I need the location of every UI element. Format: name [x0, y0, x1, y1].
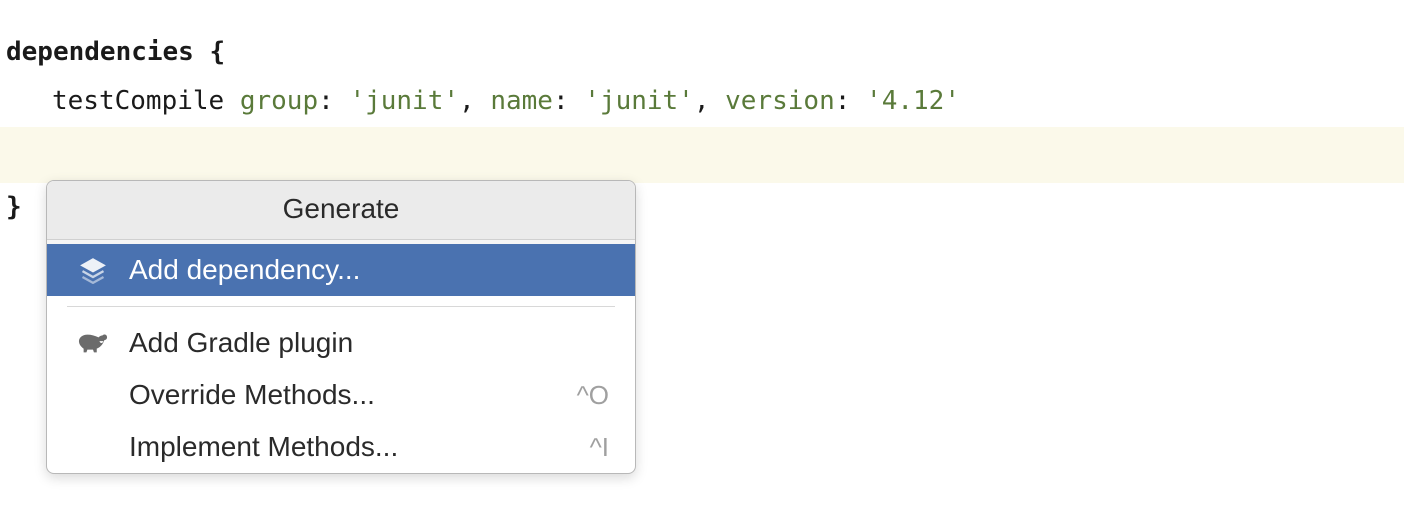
colon: :	[553, 86, 569, 116]
menu-item-override-methods[interactable]: Override Methods... ^O	[47, 369, 635, 421]
string-literal: '4.12'	[866, 86, 960, 116]
menu-item-shortcut: ^I	[590, 432, 617, 463]
menu-item-shortcut: ^O	[577, 380, 617, 411]
colon: :	[835, 86, 851, 116]
param-key: group	[240, 86, 318, 116]
layers-icon	[75, 252, 111, 288]
comma: ,	[694, 86, 725, 116]
colon: :	[318, 86, 334, 116]
param-key: version	[725, 86, 835, 116]
open-brace: {	[194, 37, 225, 67]
menu-item-add-gradle-plugin[interactable]: Add Gradle plugin	[47, 317, 635, 369]
code-line[interactable]: dependencies {	[0, 28, 1404, 77]
method-name: testCompile	[52, 86, 240, 116]
menu-item-label: Add dependency...	[129, 254, 609, 286]
comma: ,	[459, 86, 490, 116]
elephant-icon	[75, 325, 111, 361]
menu-item-label: Override Methods...	[129, 379, 577, 411]
popup-title: Generate	[47, 181, 635, 240]
separator	[67, 306, 615, 307]
string-literal: 'junit'	[349, 86, 459, 116]
current-line-highlight[interactable]	[0, 127, 1404, 183]
menu-item-add-dependency[interactable]: Add dependency...	[47, 244, 635, 296]
menu-item-label: Implement Methods...	[129, 431, 590, 463]
param-key: name	[490, 86, 553, 116]
menu-item-implement-methods[interactable]: Implement Methods... ^I	[47, 421, 635, 473]
code-line[interactable]: testCompile group: 'junit', name: 'junit…	[0, 77, 1404, 126]
string-literal: 'junit'	[584, 86, 694, 116]
close-brace: }	[6, 192, 22, 222]
generate-popup: Generate Add dependency... Add Gradle pl…	[46, 180, 636, 474]
keyword-dependencies: dependencies	[6, 37, 194, 67]
menu-item-label: Add Gradle plugin	[129, 327, 609, 359]
